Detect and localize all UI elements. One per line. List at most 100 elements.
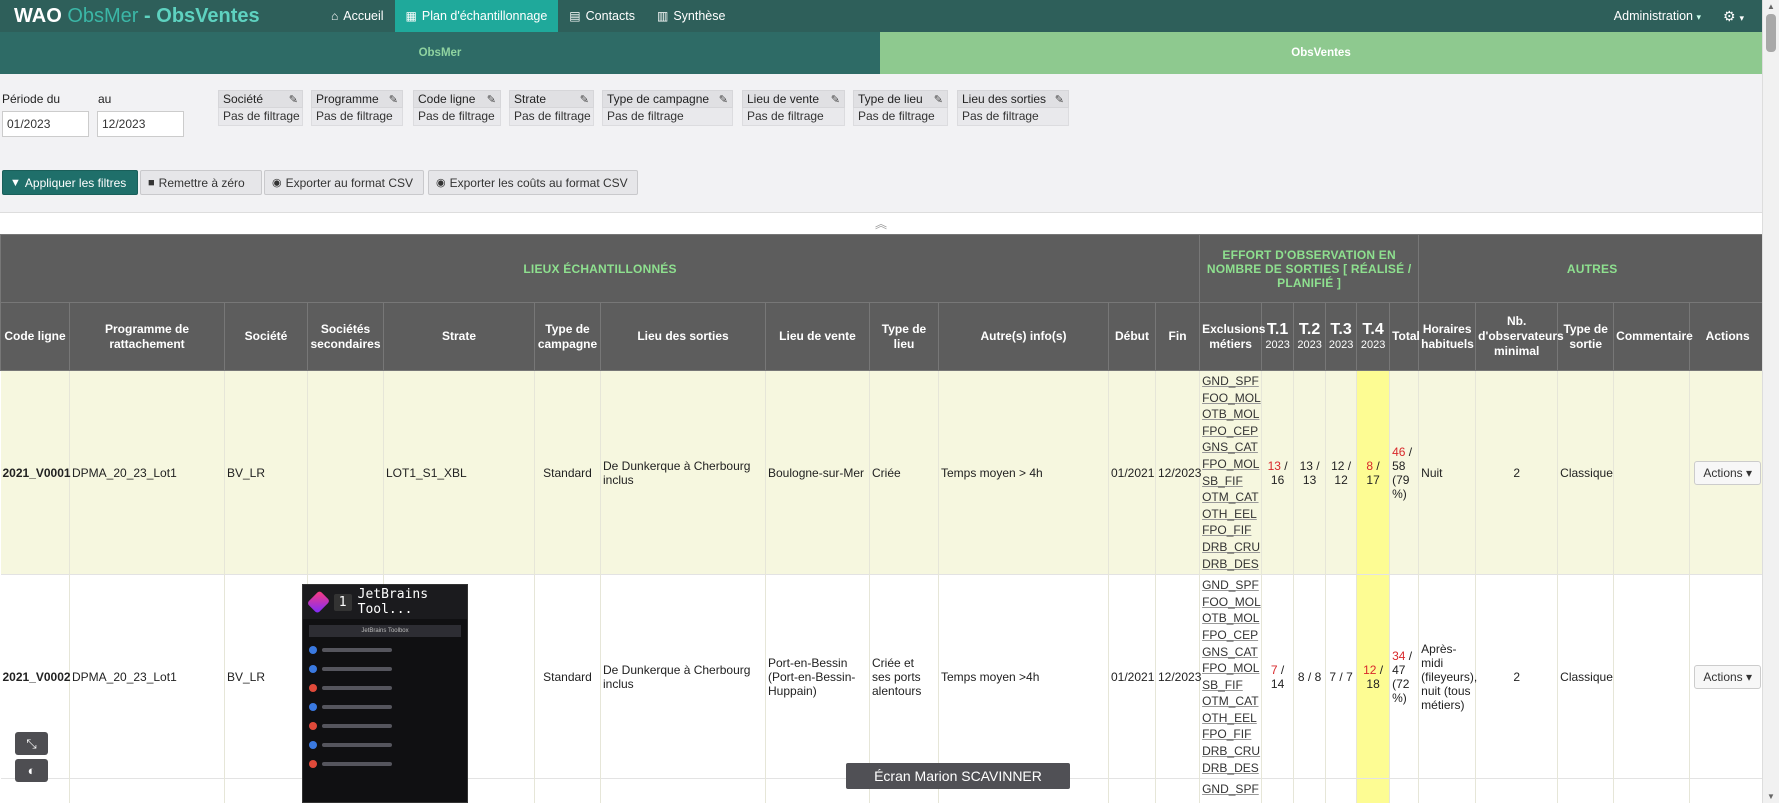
exclusion-link[interactable]: FPO_MOL xyxy=(1202,456,1259,473)
exclusion-link[interactable]: SB_FIF xyxy=(1202,473,1259,490)
col-nb-observateurs[interactable]: Nb. d'observateurs minimal xyxy=(1475,302,1564,371)
period-from-input[interactable]: 01/2023 xyxy=(2,111,89,137)
exclusion-link[interactable]: FOO_MOL xyxy=(1202,390,1261,407)
project-item xyxy=(309,700,461,714)
exclusion-link[interactable]: FPO_CEP xyxy=(1202,423,1259,440)
exclusion-link[interactable]: FPO_CEP xyxy=(1202,627,1259,644)
exclusion-link[interactable]: GNS_CAT xyxy=(1202,439,1259,456)
exclusion-link[interactable]: FPO_FIF xyxy=(1202,522,1259,539)
actions-dropdown-button[interactable]: Actions ▾ xyxy=(1694,664,1762,689)
cell-exclusions: GND_SPF FOO_MOL OTB_MOL FPO_CEP GNS_CAT … xyxy=(1199,574,1263,779)
scroll-down-icon[interactable]: ▼ xyxy=(1767,792,1775,801)
nav-synthese[interactable]: ▥ Synthèse xyxy=(646,0,736,32)
col-fin[interactable]: Fin xyxy=(1154,302,1201,371)
exclusion-link[interactable]: DRB_CRU xyxy=(1202,743,1260,760)
edit-icon[interactable]: ✎ xyxy=(487,93,496,106)
module-tabs: ObsMer ObsVentes xyxy=(0,32,1762,74)
nav-contacts[interactable]: ▤ Contacts xyxy=(558,0,646,32)
exclusion-link[interactable]: OTM_CAT xyxy=(1202,693,1259,710)
filter-lieu-sorties[interactable]: Lieu des sorties ✎ Pas de filtrage xyxy=(957,90,1069,126)
col-t3[interactable]: T.3 2023 xyxy=(1325,302,1358,371)
exclusion-link[interactable]: OTM_CAT xyxy=(1202,489,1259,506)
edit-icon[interactable]: ✎ xyxy=(934,93,943,106)
col-type-lieu[interactable]: Type de lieu xyxy=(869,302,939,371)
exclusion-link[interactable]: GND_SPF xyxy=(1202,373,1259,390)
exclusion-link[interactable]: GNS_CAT xyxy=(1202,644,1259,661)
project-name-placeholder xyxy=(322,743,392,747)
filter-code-ligne[interactable]: Code ligne ✎ Pas de filtrage xyxy=(413,90,501,126)
col-lieu-sorties[interactable]: Lieu des sorties xyxy=(600,302,766,371)
collapse-arrows-button[interactable]: ⤡ xyxy=(15,732,48,755)
exclusion-link[interactable]: GND_SPF xyxy=(1202,781,1259,798)
project-name-placeholder xyxy=(322,762,392,766)
group-lieux-echantillonnes: LIEUX ÉCHANTILLONNÉS xyxy=(0,234,1201,303)
col-total[interactable]: Total xyxy=(1389,302,1420,371)
collapse-filters-toggle[interactable]: ︽ xyxy=(0,212,1762,234)
col-code-ligne[interactable]: Code ligne xyxy=(0,302,70,371)
edit-icon[interactable]: ✎ xyxy=(1055,93,1064,106)
col-t1[interactable]: T.1 2023 xyxy=(1261,302,1295,371)
actions-dropdown-button[interactable]: Actions ▾ xyxy=(1694,460,1762,485)
filter-programme[interactable]: Programme ✎ Pas de filtrage xyxy=(311,90,403,126)
export-costs-button[interactable]: ◉ Exporter les coûts au format CSV xyxy=(428,170,638,195)
exclusion-link[interactable]: DRB_DES xyxy=(1202,556,1259,573)
cell-t2: 8 / 8 xyxy=(1293,574,1327,779)
exclusion-link[interactable]: SB_FIF xyxy=(1202,677,1259,694)
edit-icon[interactable]: ✎ xyxy=(580,93,589,106)
filter-societe[interactable]: Société ✎ Pas de filtrage xyxy=(218,90,303,126)
exclusion-link[interactable]: FPO_FIF xyxy=(1202,726,1259,743)
tab-obsventes[interactable]: ObsVentes xyxy=(880,32,1762,74)
tab-obsmer[interactable]: ObsMer xyxy=(0,32,880,74)
exclusion-link[interactable]: FPO_MOL xyxy=(1202,660,1259,677)
exclusion-link[interactable]: OTB_MOL xyxy=(1202,406,1259,423)
export-csv-button[interactable]: ◉ Exporter au format CSV xyxy=(264,170,424,195)
filter-type-campagne[interactable]: Type de campagne ✎ Pas de filtrage xyxy=(602,90,733,126)
col-actions: Actions xyxy=(1689,302,1762,371)
col-strate[interactable]: Strate xyxy=(383,302,535,371)
col-debut[interactable]: Début xyxy=(1108,302,1156,371)
col-societe[interactable]: Société xyxy=(224,302,308,371)
nav-plan[interactable]: ▦ Plan d'échantillonnage xyxy=(394,0,559,32)
col-societes-secondaires[interactable]: Sociétés secondaires xyxy=(307,302,384,371)
scrollbar-thumb[interactable] xyxy=(1766,14,1776,52)
nav-accueil[interactable]: ⌂ Accueil xyxy=(320,0,395,32)
edit-icon[interactable]: ✎ xyxy=(389,93,398,106)
exclusion-link[interactable]: FOO_MOL xyxy=(1202,594,1261,611)
filter-strate[interactable]: Strate ✎ Pas de filtrage xyxy=(509,90,594,126)
exclusion-link[interactable]: DRB_CRU xyxy=(1202,539,1260,556)
exclusion-link[interactable]: OTH_EEL xyxy=(1202,506,1259,523)
period-to-input[interactable]: 12/2023 xyxy=(97,111,184,137)
filter-lieu-vente[interactable]: Lieu de vente ✎ Pas de filtrage xyxy=(742,90,845,126)
col-t4[interactable]: T.4 2023 xyxy=(1356,302,1391,371)
filter-code-ligne-value: Pas de filtrage xyxy=(413,108,501,126)
apply-filters-button[interactable]: ▼ Appliquer les filtres xyxy=(2,170,138,195)
jetbrains-window-thumbnail[interactable]: 1 JetBrains Tool... JetBrains Toolbox xyxy=(302,584,468,803)
col-programme[interactable]: Programme de rattachement xyxy=(69,302,225,371)
col-type-sortie[interactable]: Type de sortie xyxy=(1557,302,1615,371)
scroll-up-icon[interactable]: ▲ xyxy=(1767,2,1775,11)
settings-menu[interactable]: ⚙ ▾ xyxy=(1723,8,1762,25)
exclusion-link[interactable]: OTH_EEL xyxy=(1202,710,1259,727)
t1-done: 13 xyxy=(1267,458,1281,473)
col-t2[interactable]: T.2 2023 xyxy=(1293,302,1327,371)
col-horaires[interactable]: Horaires habituels xyxy=(1418,302,1477,371)
exclusion-link[interactable]: GND_SPF xyxy=(1202,577,1259,594)
col-autres-infos[interactable]: Autre(s) info(s) xyxy=(938,302,1109,371)
edit-icon[interactable]: ✎ xyxy=(831,93,840,106)
contrast-toggle-button[interactable]: ◐ xyxy=(15,759,48,782)
reset-button[interactable]: ■ Remettre à zéro xyxy=(140,170,262,195)
filter-type-lieu[interactable]: Type de lieu ✎ Pas de filtrage xyxy=(853,90,948,126)
col-exclusions[interactable]: Exclusions métiers xyxy=(1199,302,1265,371)
exclusion-link[interactable]: OTB_MOL xyxy=(1202,610,1259,627)
col-type-campagne[interactable]: Type de campagne xyxy=(534,302,601,371)
administration-menu[interactable]: Administration ▾ xyxy=(1614,9,1723,23)
col-commentaire[interactable]: Commentaire xyxy=(1613,302,1693,371)
app-brand[interactable]: WAO ObsMer - ObsVentes xyxy=(0,5,320,28)
exclusion-link[interactable]: DRB_DES xyxy=(1202,760,1259,777)
edit-icon[interactable]: ✎ xyxy=(719,93,728,106)
filter-lieu-sorties-label: Lieu des sorties xyxy=(962,92,1047,106)
edit-icon[interactable]: ✎ xyxy=(289,93,298,106)
project-item xyxy=(309,681,461,695)
col-lieu-vente[interactable]: Lieu de vente xyxy=(765,302,870,371)
page-scrollbar[interactable]: ▲ ▼ xyxy=(1762,0,1779,803)
